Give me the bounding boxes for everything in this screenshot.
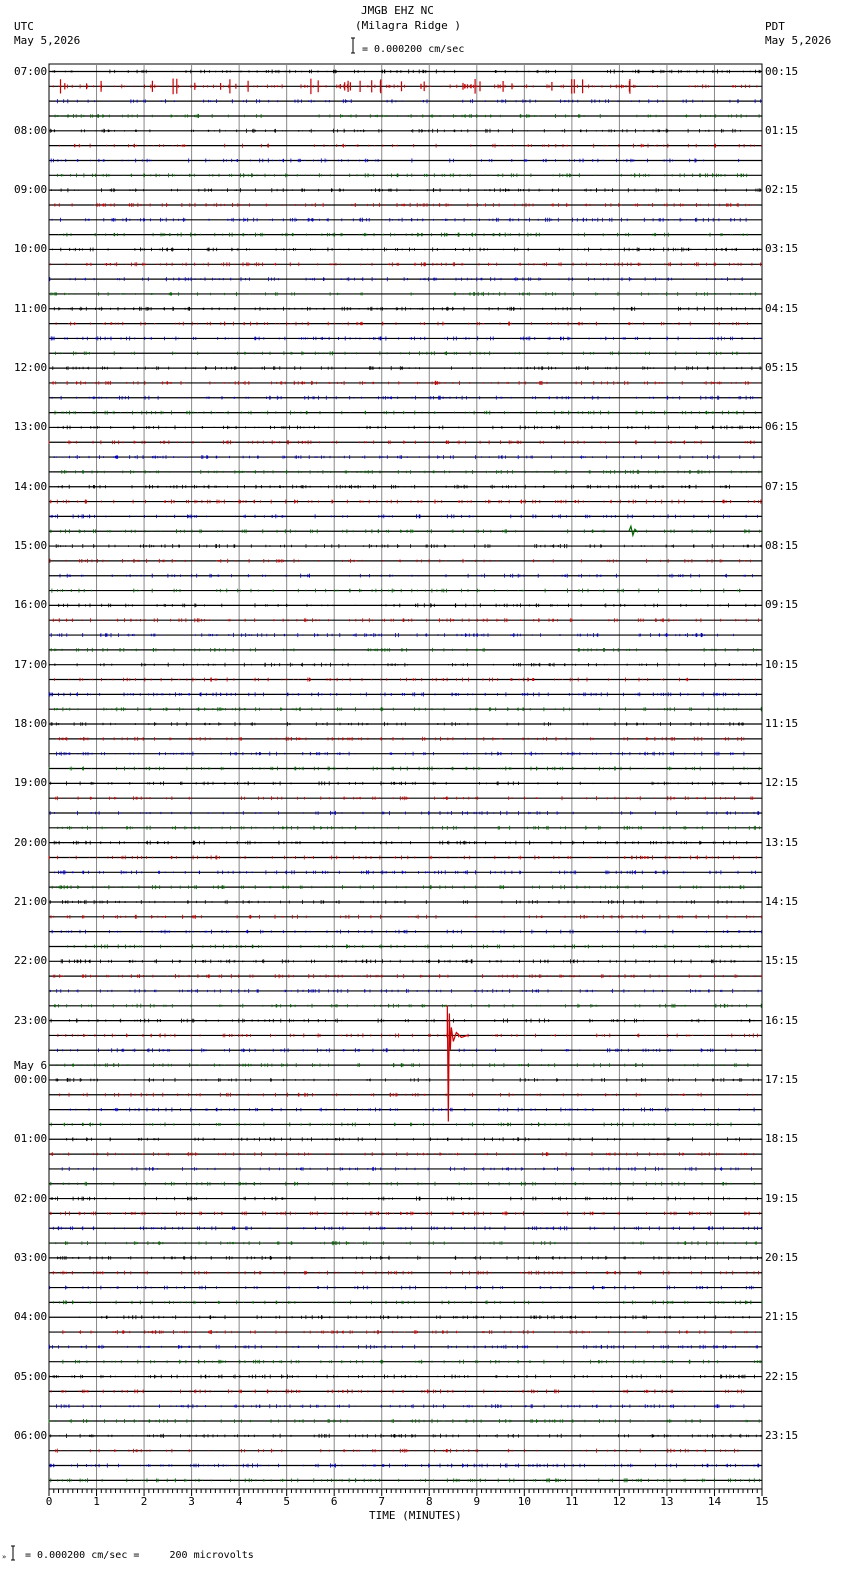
x-tick-label: 13 xyxy=(660,1495,673,1508)
x-tick-label: 7 xyxy=(378,1495,385,1508)
x-tick-label: 1 xyxy=(93,1495,100,1508)
x-tick-label: 14 xyxy=(708,1495,722,1508)
x-tick-label: 6 xyxy=(331,1495,338,1508)
footer-marker-icon: » xyxy=(2,1553,6,1561)
x-tick-label: 2 xyxy=(141,1495,148,1508)
x-tick-label: 12 xyxy=(613,1495,626,1508)
x-tick-label: 5 xyxy=(283,1495,290,1508)
footer-scale-bar-icon xyxy=(11,1545,15,1561)
seismic-event-0 xyxy=(446,1005,468,1122)
plot-frame xyxy=(48,63,763,1490)
x-tick-label: 11 xyxy=(565,1495,578,1508)
x-tick-label: 10 xyxy=(518,1495,531,1508)
x-tick-label: 9 xyxy=(473,1495,480,1508)
x-tick-label: 15 xyxy=(755,1495,768,1508)
x-tick-label: 4 xyxy=(236,1495,243,1508)
x-tick-label: 0 xyxy=(46,1495,53,1508)
x-tick-label: 8 xyxy=(426,1495,433,1508)
seismogram-plot: »0 1 2 3 4 5 6 7 8 9 10 11 12 13 14 15 xyxy=(2,37,769,1561)
scale-bar-icon xyxy=(351,37,355,54)
x-tick-label: 3 xyxy=(188,1495,195,1508)
